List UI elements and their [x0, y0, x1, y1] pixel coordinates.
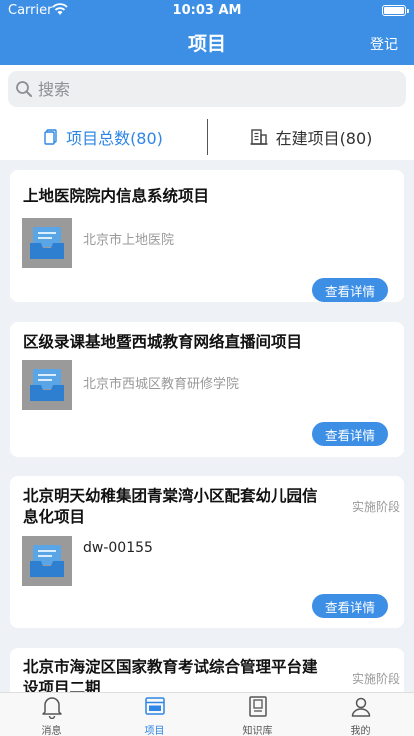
project-title: 北京明天幼稚集团青棠湾小区配套幼儿园信息化项目 — [23, 487, 318, 526]
tab-in-progress-projects[interactable]: 在建项目(80) — [208, 114, 414, 160]
tab-label: 项目总数(80) — [66, 129, 163, 148]
person-icon — [351, 697, 371, 717]
view-details-button[interactable]: 查看详情 — [312, 278, 388, 302]
project-icon — [145, 697, 165, 715]
project-card[interactable]: 区级录课基地暨西城教育网络直播间项目 北京市西城区教育研修学院 查看详情 — [10, 322, 404, 457]
project-stage: 实施阶段 — [351, 500, 400, 514]
tab-total-projects[interactable]: 项目总数(80) — [0, 114, 207, 160]
tab-profile[interactable]: 我的 — [309, 693, 412, 736]
status-bar: Carrier 10:03 AM — [0, 0, 414, 22]
tab-label: 在建项目(80) — [275, 129, 373, 148]
tab-messages[interactable]: 消息 — [0, 693, 103, 736]
project-thumbnail — [22, 360, 72, 410]
project-thumbnail — [22, 536, 72, 586]
project-title: 北京市海淀区国家教育考试综合管理平台建设项目二期 — [23, 658, 318, 692]
search-box[interactable] — [8, 71, 406, 107]
project-organization: 北京市上地医院 — [83, 233, 175, 248]
tab-label: 知识库 — [242, 726, 273, 736]
inbox-icon — [30, 369, 64, 401]
search-input[interactable] — [38, 71, 398, 107]
view-details-button[interactable]: 查看详情 — [312, 422, 388, 446]
bell-icon — [42, 697, 62, 719]
search-area — [0, 65, 414, 114]
inbox-icon — [30, 545, 64, 577]
book-icon — [249, 696, 267, 717]
project-title: 上地医院院内信息系统项目 — [23, 187, 210, 205]
project-thumbnail — [22, 218, 72, 268]
project-card[interactable]: 北京市海淀区国家教育考试综合管理平台建设项目二期 实施阶段 — [10, 648, 404, 692]
tab-label: 消息 — [41, 726, 62, 736]
project-card[interactable]: 上地医院院内信息系统项目 北京市上地医院 查看详情 — [10, 170, 404, 302]
project-list[interactable]: 上地医院院内信息系统项目 北京市上地医院 查看详情 区级录课基地暨西城教育网络直… — [0, 160, 414, 692]
project-stage: 实施阶段 — [351, 672, 400, 686]
project-title: 区级录课基地暨西城教育网络直播间项目 — [23, 333, 303, 351]
segment-tabs: 项目总数(80) 在建项目(80) — [0, 114, 414, 160]
register-button[interactable]: 登记 — [370, 34, 398, 54]
document-icon — [44, 129, 57, 145]
tab-label: 我的 — [350, 726, 371, 736]
project-organization: 北京市西城区教育研修学院 — [83, 377, 240, 392]
page-title: 项目 — [187, 33, 226, 55]
project-code: dw-00155 — [83, 540, 153, 556]
view-details-button[interactable]: 查看详情 — [312, 594, 388, 618]
tab-projects[interactable]: 项目 — [103, 693, 206, 736]
inbox-icon — [30, 227, 64, 259]
nav-bar: 项目 登记 — [0, 22, 414, 65]
tab-knowledge-base[interactable]: 知识库 — [206, 693, 309, 736]
battery-icon — [382, 5, 409, 16]
tab-label: 项目 — [144, 726, 165, 736]
clock: 10:03 AM — [172, 3, 242, 18]
project-card[interactable]: 北京明天幼稚集团青棠湾小区配套幼儿园信息化项目 实施阶段 dw-00155 查看… — [10, 476, 404, 628]
search-icon — [16, 81, 32, 97]
bottom-tab-bar: 消息 项目 知识库 我的 — [0, 692, 414, 736]
building-icon — [250, 129, 268, 145]
